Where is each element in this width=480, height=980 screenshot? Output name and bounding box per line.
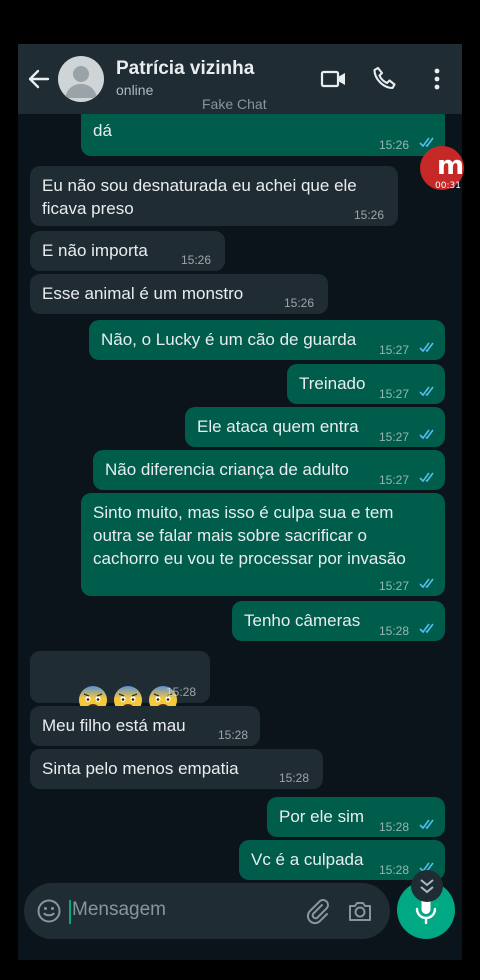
message-text: Vc é a culpada [251,850,364,869]
message-text: E não importa [42,241,148,260]
message-time: 15:26 [354,208,385,222]
double-check-icon [419,819,434,830]
double-check-icon [419,429,434,440]
double-check-icon [419,386,434,397]
message-text: Por ele sim [279,807,365,826]
phone-call-icon[interactable] [370,64,400,94]
message-text: Sinto muito, mas isso é culpa sua e tem … [93,503,406,568]
message-outgoing[interactable]: Tenho câmeras 15:28 [232,601,445,641]
contact-name[interactable]: Patrícia vizinha [116,58,254,80]
message-text: Não, o Lucky é um cão de guarda [101,330,357,349]
message-time: 15:28 [279,771,310,785]
double-check-icon [419,342,434,353]
watermark-label: Fake Chat [202,96,267,112]
message-time: 15:26 [181,253,212,267]
message-text: Esse animal é um monstro [42,284,244,303]
message-incoming[interactable]: Eu não sou desnaturada eu achei que ele … [30,166,398,226]
message-composer: Mensagem [24,883,390,939]
message-text: Sinta pelo menos empatia [42,759,239,778]
message-time: 15:26 [284,296,315,310]
message-outgoing[interactable]: Não, o Lucky é um cão de guarda 15:27 [89,320,445,360]
message-incoming[interactable]: Sinta pelo menos empatia 15:28 [30,749,323,789]
message-outgoing[interactable]: Por ele sim 15:28 [267,797,445,837]
emoji-icon[interactable] [36,898,62,924]
message-time: 15:28 [379,820,410,834]
message-outgoing[interactable]: Não diferencia criança de adulto 15:27 [93,450,445,490]
double-check-icon [419,578,434,589]
camera-icon[interactable] [346,897,374,925]
badge-letter: m [437,151,464,181]
message-time: 15:28 [379,863,410,877]
message-time: 15:28 [379,624,410,638]
scroll-to-bottom-button[interactable] [411,870,443,902]
text-caret [69,900,71,924]
message-time: 15:27 [379,387,410,401]
message-time: 15:28 [218,728,249,742]
double-chevron-down-icon [420,879,434,894]
badge-time: 00:31 [435,181,461,191]
paperclip-icon[interactable] [304,897,332,925]
message-time: 15:27 [379,473,410,487]
app-badge: m 00:31 [420,144,464,194]
message-text: Eu não sou desnaturada eu achei que ele … [42,176,357,218]
message-incoming[interactable]: 15:28 [30,651,210,714]
contact-status: online [116,82,154,98]
message-incoming[interactable]: Meu filho está mau 15:28 [30,706,260,746]
message-incoming[interactable]: E não importa 15:26 [30,231,225,271]
message-text: Tenho câmeras [244,611,361,630]
message-text: Treinado [299,374,366,393]
message-time: 15:27 [379,430,410,444]
message-outgoing[interactable]: Treinado 15:27 [287,364,445,404]
message-list[interactable]: colocar a vida do seu filho em risco não… [18,44,462,960]
message-time: 15:28 [166,685,197,699]
message-outgoing[interactable]: Ele ataca quem entra 15:27 [185,407,445,447]
message-text: Ele ataca quem entra [197,417,359,436]
message-time: 15:26 [379,138,410,152]
video-call-icon[interactable] [319,64,349,94]
avatar[interactable] [58,56,104,102]
message-input[interactable]: Mensagem [72,899,166,921]
message-text: Não diferencia criança de adulto [105,460,349,479]
message-time: 15:27 [379,579,410,593]
chat-screen: colocar a vida do seu filho em risco não… [18,44,462,960]
default-avatar-icon [65,66,97,98]
double-check-icon [419,623,434,634]
message-incoming[interactable]: Esse animal é um monstro 15:26 [30,274,328,314]
more-options-icon[interactable] [422,64,452,94]
double-check-icon [419,472,434,483]
message-text: Meu filho está mau [42,716,186,735]
message-time: 15:27 [379,343,410,357]
message-outgoing[interactable]: Sinto muito, mas isso é culpa sua e tem … [81,493,445,596]
back-arrow-icon[interactable] [26,66,52,92]
